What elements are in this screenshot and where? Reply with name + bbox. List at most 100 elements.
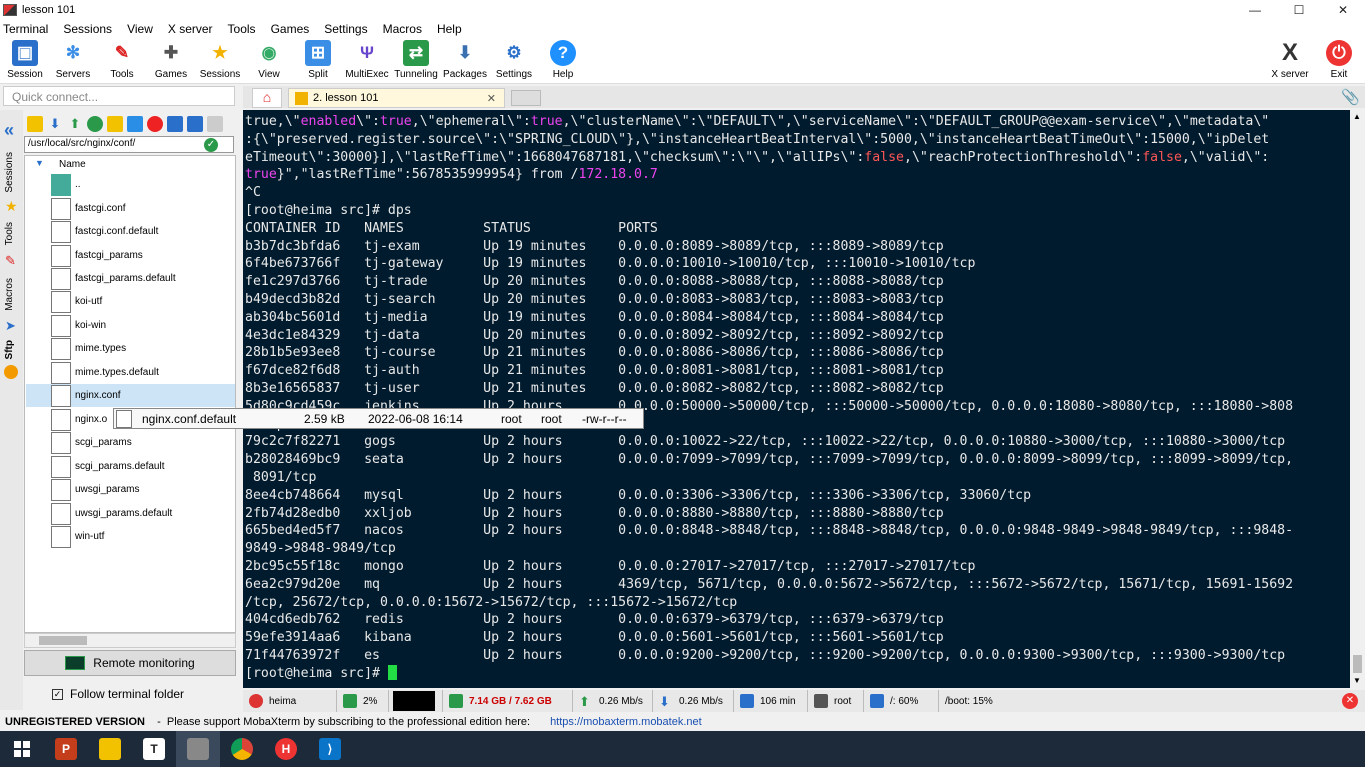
close-status-icon[interactable]: ✕ <box>1342 693 1358 709</box>
monitor-icon <box>65 656 86 670</box>
servers-button[interactable]: ✻ Servers <box>48 40 98 80</box>
exit-button[interactable]: ⏻ Exit <box>1314 40 1364 80</box>
properties-icon[interactable] <box>187 116 203 132</box>
new-tab-button[interactable] <box>511 90 541 106</box>
windows-start-icon[interactable] <box>0 731 44 767</box>
collapse-icon[interactable]: « <box>4 120 14 141</box>
list-item[interactable]: scgi_params <box>51 431 231 454</box>
terminal-line: :{\"preserved.register.source\":\"SPRING… <box>245 131 1270 147</box>
menu-tools[interactable]: Tools <box>228 22 256 36</box>
upload-icon[interactable]: ⬆ <box>67 116 83 132</box>
remote-monitoring-button[interactable]: Remote monitoring <box>24 650 236 676</box>
help-button[interactable]: ? Help <box>538 40 588 80</box>
split-icon: ⊞ <box>305 40 331 66</box>
list-item[interactable]: uwsgi_params <box>51 478 231 501</box>
folder-icon <box>51 173 71 196</box>
container-row: 665bed4ed5f7 nacos Up 2 hours 0.0.0.0:88… <box>245 523 1294 539</box>
folder-up-icon[interactable] <box>27 116 43 132</box>
checkbox[interactable]: ✓ <box>52 688 63 700</box>
tab-sessions[interactable]: Sessions <box>4 152 15 193</box>
delete-icon[interactable] <box>147 116 163 132</box>
mobaxterm-link[interactable]: https://mobaxterm.mobatek.net <box>550 716 702 728</box>
list-item[interactable]: win-utf <box>51 525 231 548</box>
list-item-selected[interactable]: nginx.conf <box>26 384 235 407</box>
session-button[interactable]: ▣ Session <box>0 40 50 80</box>
menu-games[interactable]: Games <box>271 22 310 36</box>
list-item[interactable]: mime.types.default <box>51 361 231 384</box>
tab-sftp[interactable]: Sftp <box>4 340 15 359</box>
scroll-down-icon[interactable]: ▼ <box>1353 676 1361 685</box>
typora-icon[interactable]: T <box>132 731 176 767</box>
list-item[interactable]: koi-utf <box>51 290 231 313</box>
file-icon <box>116 410 132 428</box>
user-icon <box>814 694 828 708</box>
minimize-button[interactable]: — <box>1233 0 1277 20</box>
close-tab-icon[interactable]: ✕ <box>487 92 496 105</box>
menu-xserver[interactable]: X server <box>168 22 213 36</box>
menu-macros[interactable]: Macros <box>383 22 422 36</box>
tunneling-button[interactable]: ⇄ Tunneling <box>391 40 441 80</box>
close-button[interactable]: ✕ <box>1321 0 1365 20</box>
refresh-icon[interactable] <box>87 116 103 132</box>
hbuilder-icon[interactable]: H <box>264 731 308 767</box>
list-item[interactable]: uwsgi_params.default <box>51 502 231 525</box>
list-item[interactable]: fastcgi_params <box>51 244 231 267</box>
terminal-scrollbar[interactable]: ▲ ▼ <box>1350 110 1365 688</box>
split-button[interactable]: ⊞ Split <box>293 40 343 80</box>
attach-icon[interactable]: 📎 <box>1341 88 1360 106</box>
home-tab[interactable]: ⌂ <box>252 88 282 108</box>
cursor <box>387 664 397 680</box>
side-tabs: « Sessions ★ Tools ✎ Macros ➤ Sftp <box>0 110 23 710</box>
terminal-prompt: [root@heima src]# <box>245 664 1350 683</box>
view-button[interactable]: ◉ View <box>244 40 294 80</box>
list-item[interactable]: fastcgi.conf <box>51 197 231 220</box>
list-item[interactable]: .. <box>51 173 231 196</box>
follow-terminal-folder-checkbox[interactable]: ✓ Follow terminal folder <box>52 687 184 701</box>
sessions-button[interactable]: ★ Sessions <box>195 40 245 80</box>
menu-sessions[interactable]: Sessions <box>63 22 112 36</box>
x-server-button[interactable]: XX server <box>1265 39 1315 80</box>
sftp-path-input[interactable]: /usr/local/src/nginx/conf/ <box>24 136 234 153</box>
scroll-up-icon[interactable]: ▲ <box>1353 112 1361 121</box>
mobaxterm-icon[interactable] <box>176 731 220 767</box>
maximize-button[interactable]: ☐ <box>1277 0 1321 20</box>
home-icon: ⌂ <box>262 89 272 105</box>
file-list-scrollbar[interactable] <box>24 633 236 648</box>
packages-button[interactable]: ⬇ Packages <box>440 40 490 80</box>
new-file-icon[interactable] <box>127 116 143 132</box>
session-tab[interactable]: 2. lesson 101 ✕ <box>288 88 505 108</box>
games-button[interactable]: ✚ Games <box>146 40 196 80</box>
menu-terminal[interactable]: Terminal <box>3 22 48 36</box>
chrome-icon[interactable] <box>220 731 264 767</box>
menu-view[interactable]: View <box>127 22 153 36</box>
powerpoint-icon[interactable]: P <box>44 731 88 767</box>
status-host: heima <box>243 690 337 712</box>
column-name[interactable]: Name <box>59 159 86 170</box>
wand-icon[interactable] <box>207 116 223 132</box>
new-folder-icon[interactable] <box>107 116 123 132</box>
list-item[interactable]: koi-win <box>51 314 231 337</box>
list-item[interactable]: mime.types <box>51 337 231 360</box>
rename-icon[interactable] <box>167 116 183 132</box>
scroll-thumb[interactable] <box>39 636 87 645</box>
container-row: 9849->9848-9849/tcp <box>245 541 396 557</box>
list-item[interactable]: scgi_params.default <box>51 455 231 478</box>
path-ok-icon[interactable]: ✓ <box>204 138 218 152</box>
settings-button[interactable]: ⚙ Settings <box>489 40 539 80</box>
tab-macros[interactable]: Macros <box>4 278 15 311</box>
download-icon[interactable]: ⬇ <box>47 116 63 132</box>
tools-button[interactable]: ✎ Tools <box>97 40 147 80</box>
multiexec-button[interactable]: Ψ MultiExec <box>342 40 392 80</box>
menu-help[interactable]: Help <box>437 22 462 36</box>
terminal[interactable]: true,\"enabled\":true,\"ephemeral\":true… <box>243 110 1350 688</box>
list-item[interactable]: fastcgi.conf.default <box>51 220 231 243</box>
scroll-thumb[interactable] <box>1353 655 1362 673</box>
quick-connect-input[interactable]: Quick connect... <box>3 86 235 106</box>
tab-tools[interactable]: Tools <box>4 222 15 245</box>
file-explorer-icon[interactable] <box>88 731 132 767</box>
macros-icon: ➤ <box>5 318 16 333</box>
menu-settings[interactable]: Settings <box>324 22 367 36</box>
vscode-icon[interactable]: ⟩ <box>308 731 352 767</box>
container-row: 28b1b5e93ee8 tj-course Up 21 minutes 0.0… <box>245 345 944 361</box>
list-item[interactable]: fastcgi_params.default <box>51 267 231 290</box>
